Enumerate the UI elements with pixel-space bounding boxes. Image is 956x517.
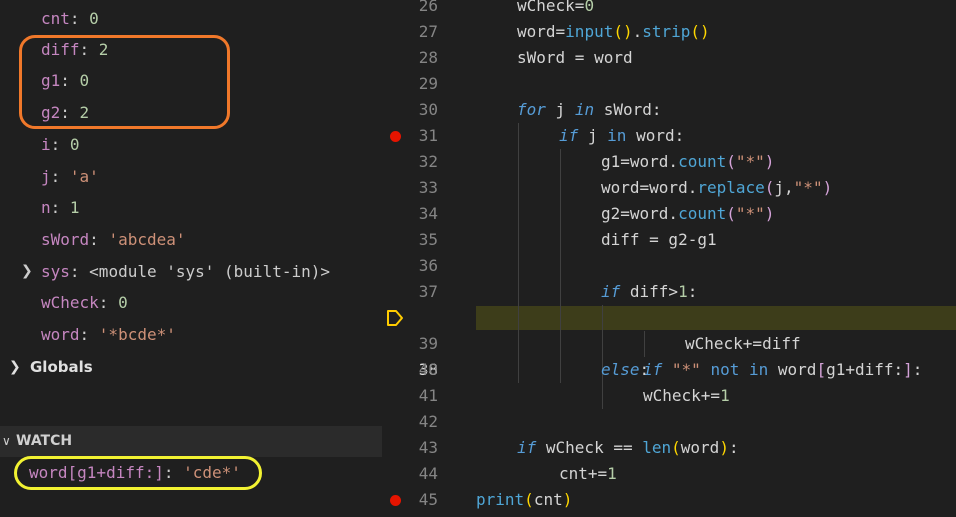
variable-name: wCheck xyxy=(41,293,99,312)
variable-row-cnt[interactable]: cnt: 0 xyxy=(0,3,382,34)
line-number: 27 xyxy=(418,22,438,41)
variable-value: 'a' xyxy=(69,167,99,186)
code-text: print(cnt) xyxy=(476,490,573,509)
line-number: 39 xyxy=(418,334,438,353)
code-editor[interactable]: 26 wCheck=0 27 word=input().strip() 28 sWor… xyxy=(382,0,956,517)
line-number: 35 xyxy=(418,230,438,249)
debug-current-line-arrow-icon xyxy=(387,310,403,326)
code-text: wCheck+=diff xyxy=(685,334,801,353)
variable-name: i xyxy=(41,135,51,154)
code-line[interactable]: 26 wCheck=0 xyxy=(382,0,956,19)
variable-value: 1 xyxy=(69,198,80,217)
line-number: 40 xyxy=(418,360,438,379)
code-line[interactable]: 33 word=word.replace(j,"*") xyxy=(382,175,956,201)
code-text: wCheck+=1 xyxy=(643,386,730,405)
code-line[interactable]: 31 if j in word: xyxy=(382,123,956,149)
variable-value: 'abcdea' xyxy=(108,230,186,249)
code-text: if j in word: xyxy=(559,126,685,145)
code-text: for j in sWord: xyxy=(517,100,662,119)
line-number: 44 xyxy=(418,464,438,483)
code-line[interactable]: 36 xyxy=(382,253,956,279)
watch-section-header[interactable]: ∨ WATCH xyxy=(0,426,382,457)
watch-header-label: WATCH xyxy=(16,433,73,449)
variable-row-word[interactable]: word: '*bcde*' xyxy=(0,319,382,350)
code-text: word=input().strip() xyxy=(517,22,710,41)
code-line[interactable]: 30 for j in sWord: xyxy=(382,97,956,123)
code-text: else: xyxy=(601,360,650,379)
code-line[interactable]: 29 xyxy=(382,71,956,97)
variable-name: sys xyxy=(41,262,70,281)
variable-row-sys[interactable]: ❯ sys: <module 'sys' (built-in)> xyxy=(0,256,382,287)
code-line[interactable]: 39 wCheck+=diff xyxy=(382,331,956,357)
code-text: if wCheck == len(word): xyxy=(517,438,739,457)
variable-name: j xyxy=(41,167,51,186)
code-text: g2=word.count("*") xyxy=(601,204,775,223)
variable-row-wcheck[interactable]: wCheck: 0 xyxy=(0,287,382,318)
watch-annotation-box xyxy=(14,456,262,490)
code-line[interactable]: 40 else: xyxy=(382,357,956,383)
code-line[interactable]: 27 word=input().strip() xyxy=(382,19,956,45)
code-text: word=word.replace(j,"*") xyxy=(601,178,833,197)
variable-row-sword[interactable]: sWord: 'abcdea' xyxy=(0,224,382,255)
variable-row-j[interactable]: j: 'a' xyxy=(0,161,382,192)
code-line[interactable]: 32 g1=word.count("*") xyxy=(382,149,956,175)
variable-name: n xyxy=(41,198,51,217)
code-line[interactable]: 44 cnt+=1 xyxy=(382,461,956,487)
line-number: 31 xyxy=(418,126,438,145)
code-line[interactable]: 45 print(cnt) xyxy=(382,487,956,513)
variable-value: <module 'sys' (built-in)> xyxy=(89,262,330,281)
variable-value: '*bcde*' xyxy=(98,325,176,344)
code-text: sWord = word xyxy=(517,48,633,67)
variables-panel: cnt: 0 diff: 2 g1: 0 g2: 2 i: 0 j: 'a' n… xyxy=(0,0,382,517)
code-line[interactable]: 28 sWord = word xyxy=(382,45,956,71)
code-text: cnt+=1 xyxy=(559,464,617,483)
line-number: 26 xyxy=(418,0,438,15)
line-number: 41 xyxy=(418,386,438,405)
code-text: if diff>1: xyxy=(601,282,698,301)
line-number: 36 xyxy=(418,256,438,275)
line-number: 29 xyxy=(418,74,438,93)
line-number: 42 xyxy=(418,412,438,431)
code-line[interactable]: 41 wCheck+=1 xyxy=(382,383,956,409)
code-line-current[interactable]: 38 if "*" not in word[g1+diff:]: xyxy=(382,305,956,379)
globals-section[interactable]: ❯ Globals xyxy=(0,352,382,382)
code-line[interactable]: 43 if wCheck == len(word): xyxy=(382,435,956,461)
variable-row-n[interactable]: n: 1 xyxy=(0,192,382,223)
variable-value: 0 xyxy=(69,135,80,154)
line-number: 33 xyxy=(418,178,438,197)
variable-row-i[interactable]: i: 0 xyxy=(0,129,382,160)
line-number: 32 xyxy=(418,152,438,171)
globals-label: Globals xyxy=(30,358,93,376)
chevron-down-icon: ∨ xyxy=(2,434,11,448)
line-number: 34 xyxy=(418,204,438,223)
variable-name: cnt xyxy=(41,9,70,28)
code-text: wCheck=0 xyxy=(517,0,595,15)
variable-name: sWord xyxy=(41,230,90,249)
code-line[interactable]: 35 diff = g2-g1 xyxy=(382,227,956,253)
code-line[interactable]: 34 g2=word.count("*") xyxy=(382,201,956,227)
line-number: 43 xyxy=(418,438,438,457)
highlight-annotation-box xyxy=(19,35,230,129)
line-number: 37 xyxy=(418,282,438,301)
line-number: 28 xyxy=(418,48,438,67)
variable-value: 0 xyxy=(118,293,128,312)
code-text: g1=word.count("*") xyxy=(601,152,775,171)
variable-name: word xyxy=(41,325,80,344)
chevron-right-icon[interactable]: ❯ xyxy=(21,256,33,287)
code-text: diff = g2-g1 xyxy=(601,230,717,249)
code-line[interactable]: 42 xyxy=(382,409,956,435)
line-number: 45 xyxy=(418,490,438,509)
line-number: 30 xyxy=(418,100,438,119)
code-line[interactable]: 37 if diff>1: xyxy=(382,279,956,305)
variable-value: 0 xyxy=(89,9,99,28)
chevron-right-icon: ❯ xyxy=(9,359,21,375)
